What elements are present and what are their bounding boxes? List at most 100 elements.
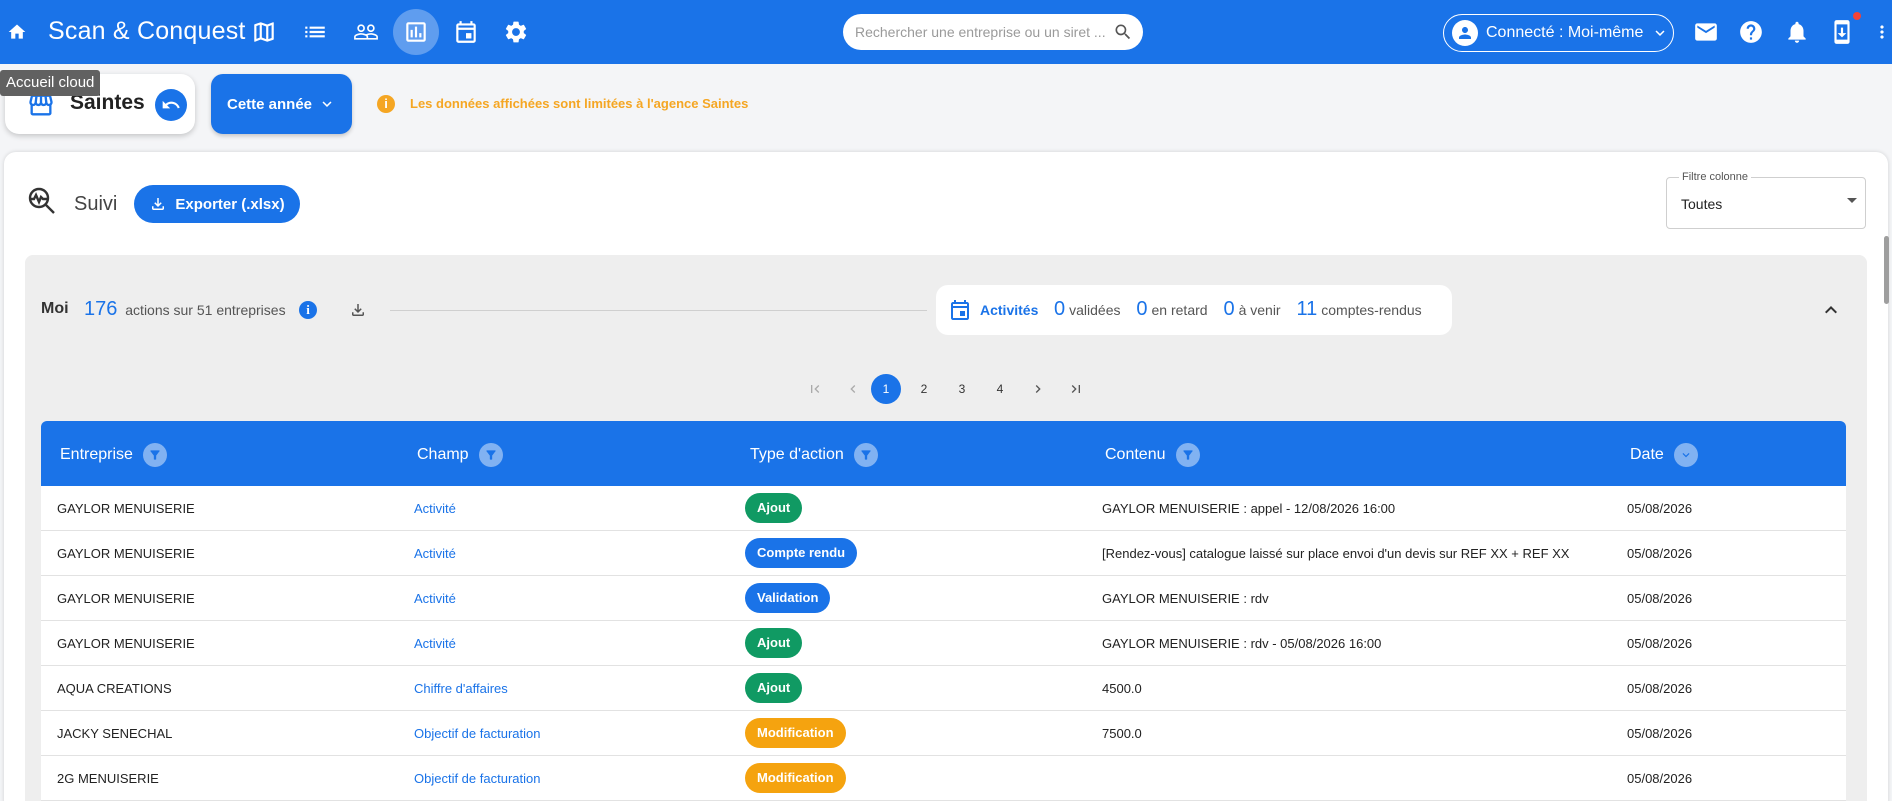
query-stats-icon (26, 185, 58, 217)
table-row[interactable]: JACKY SENECHAL Objectif de facturation Mod… (41, 711, 1846, 756)
actions-count: 176 (84, 298, 118, 320)
cell-champ-link[interactable]: Activité (414, 501, 456, 516)
cell-date: 05/08/2026 (1627, 681, 1693, 696)
suivi-title: Suivi (74, 193, 118, 215)
scrollbar[interactable] (1884, 236, 1889, 304)
settings-icon[interactable] (500, 16, 532, 48)
user-label: Connecté : Moi-même (1486, 24, 1644, 41)
filter-icon[interactable] (478, 443, 503, 467)
calendar-icon[interactable] (450, 16, 482, 48)
help-icon[interactable] (1735, 16, 1767, 48)
page-button[interactable]: 3 (947, 374, 977, 404)
column-filter-value: Toutes (1681, 196, 1723, 212)
cell-champ-link[interactable]: Activité (414, 636, 456, 651)
table-row[interactable]: AQUA CREATIONS Chiffre d'affaires Ajout 450… (41, 666, 1846, 711)
export-xlsx-button[interactable]: Exporter (.xlsx) (134, 185, 300, 223)
download-icon[interactable] (349, 301, 367, 319)
undo-icon[interactable] (155, 89, 187, 121)
chevron-down-icon (318, 95, 336, 113)
cell-date: 05/08/2026 (1627, 591, 1693, 606)
user-name: Moi (41, 300, 69, 317)
table-body: GAYLOR MENUISERIE Activité Ajout GAYLOR MEN… (41, 486, 1846, 801)
table-header: Entreprise Champ Type d'action Contenu D… (41, 421, 1846, 486)
cell-champ-link[interactable]: Objectif de facturation (414, 726, 540, 741)
reports-text: comptes-rendus (1321, 302, 1422, 318)
filter-icon[interactable] (1175, 443, 1200, 467)
info-icon[interactable]: i (299, 301, 317, 319)
table-row[interactable]: GAYLOR MENUISERIE Activité Ajout GAYLOR MEN… (41, 486, 1846, 531)
info-warning-icon: i (377, 95, 395, 113)
cell-contenu: 7500.0 (1102, 726, 1142, 741)
cell-contenu: [Rendez-vous] catalogue laissé sur place… (1102, 546, 1570, 561)
cell-date: 05/08/2026 (1627, 501, 1693, 516)
activity-stats: 0 validées 0 en retard 0à venir 11 comptes-… (1054, 298, 1422, 321)
period-button[interactable]: Cette année (211, 74, 352, 134)
table-row[interactable]: GAYLOR MENUISERIE Activité Compte rendu [Re… (41, 531, 1846, 576)
page-button[interactable]: 2 (909, 374, 939, 404)
list-icon[interactable] (299, 16, 331, 48)
table-row[interactable]: GAYLOR MENUISERIE Activité Validation GAYLO… (41, 576, 1846, 621)
column-header-type: Type d'action (750, 443, 878, 467)
dropdown-arrow-icon (1847, 198, 1857, 203)
search-icon[interactable] (1113, 22, 1133, 42)
column-header-entreprise: Entreprise (60, 443, 167, 467)
upcoming-count: 0 (1223, 298, 1235, 320)
mail-icon[interactable] (1690, 16, 1722, 48)
cell-entreprise: GAYLOR MENUISERIE (57, 546, 195, 561)
validated-count: 0 (1054, 298, 1066, 320)
late-text: en retard (1151, 302, 1208, 318)
previous-page-icon[interactable] (838, 374, 868, 404)
sort-chevron-down-icon[interactable] (1673, 443, 1698, 467)
column-label: Contenu (1105, 446, 1166, 463)
actions-summary: 176 actions sur 51 entreprises (84, 298, 286, 321)
page-button[interactable]: 4 (985, 374, 1015, 404)
people-icon[interactable] (350, 16, 382, 48)
column-label: Type d'action (750, 446, 844, 463)
cell-contenu: GAYLOR MENUISERIE : rdv (1102, 591, 1269, 606)
notification-dot (1853, 12, 1861, 20)
column-filter-select[interactable]: Filtre colonne Toutes (1666, 171, 1866, 229)
map-icon[interactable] (248, 16, 280, 48)
download-app-icon[interactable] (1826, 16, 1858, 48)
cell-date: 05/08/2026 (1627, 771, 1693, 786)
cell-entreprise: GAYLOR MENUISERIE (57, 636, 195, 651)
search-input[interactable] (855, 14, 1105, 50)
cell-champ-link[interactable]: Activité (414, 591, 456, 606)
chevron-down-icon (1651, 24, 1669, 42)
action-type-badge: Ajout (745, 673, 803, 703)
first-page-icon[interactable] (800, 374, 830, 404)
search-bar (843, 14, 1143, 50)
analytics-icon[interactable] (400, 16, 432, 48)
top-app-bar: Scan & Conquest Connecté : Moi-même (0, 0, 1892, 64)
tooltip: Accueil cloud (0, 70, 101, 96)
calendar-icon (948, 298, 972, 322)
download-icon (149, 195, 167, 213)
divider (390, 310, 927, 311)
next-page-icon[interactable] (1023, 374, 1053, 404)
filter-icon[interactable] (142, 443, 167, 467)
cell-champ-link[interactable]: Activité (414, 546, 456, 561)
suivi-table: Entreprise Champ Type d'action Contenu D… (41, 421, 1846, 801)
bell-icon[interactable] (1781, 16, 1813, 48)
cell-entreprise: GAYLOR MENUISERIE (57, 501, 195, 516)
app-title[interactable]: Scan & Conquest (48, 17, 246, 46)
actions-text: actions sur 51 entreprises (125, 302, 286, 318)
more-vert-icon[interactable] (1872, 16, 1892, 48)
cell-entreprise: GAYLOR MENUISERIE (57, 591, 195, 606)
cell-champ-link[interactable]: Chiffre d'affaires (414, 681, 508, 696)
page-button[interactable]: 1 (871, 374, 901, 404)
cell-champ-link[interactable]: Objectif de facturation (414, 771, 540, 786)
home-icon[interactable] (1, 16, 33, 48)
cell-contenu: 4500.0 (1102, 681, 1142, 696)
table-row[interactable]: GAYLOR MENUISERIE Activité Ajout GAYLOR MEN… (41, 621, 1846, 666)
chevron-up-icon[interactable] (1819, 298, 1843, 322)
filter-icon[interactable] (853, 443, 878, 467)
period-label: Cette année (226, 95, 313, 113)
last-page-icon[interactable] (1061, 374, 1091, 404)
table-row[interactable]: 2G MENUISERIE Objectif de facturation Modi… (41, 756, 1846, 801)
reports-count: 11 (1296, 298, 1318, 320)
user-menu-button[interactable]: Connecté : Moi-même (1443, 14, 1674, 52)
cell-date: 05/08/2026 (1627, 726, 1693, 741)
column-header-champ: Champ (417, 443, 503, 467)
column-label: Entreprise (60, 446, 133, 463)
